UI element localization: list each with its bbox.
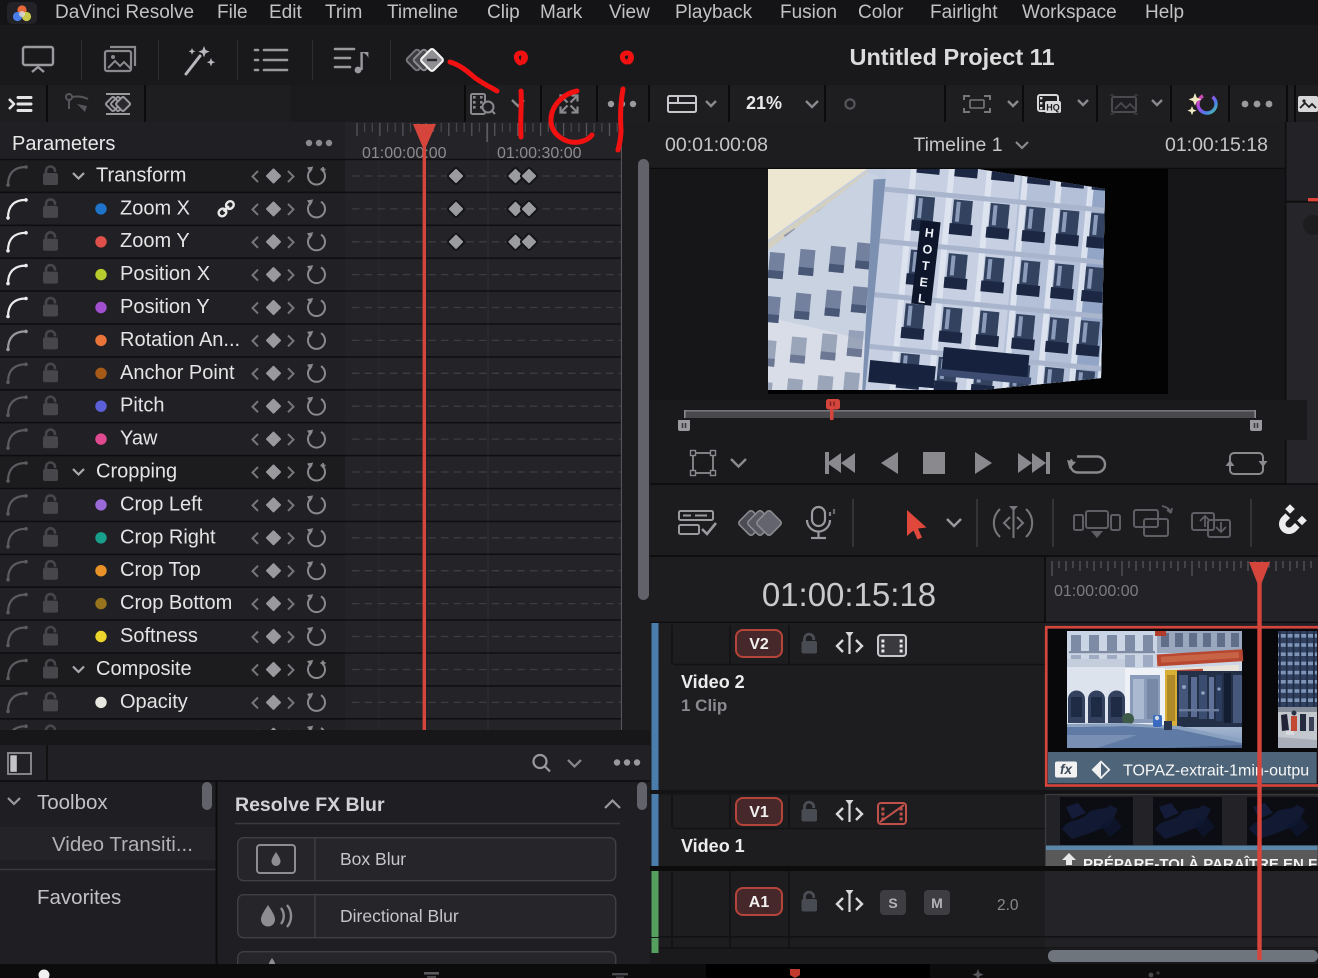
svg-text:Crop Left: Crop Left (120, 493, 203, 515)
svg-text:Crop Bottom: Crop Bottom (120, 592, 232, 614)
svg-text:Yaw: Yaw (120, 428, 158, 450)
svg-text:H: H (924, 226, 935, 241)
svg-text:Crop Top: Crop Top (120, 559, 201, 581)
svg-text:Rotation An...: Rotation An... (120, 329, 240, 351)
svg-text:Pitch: Pitch (120, 395, 164, 417)
svg-text:V2: V2 (749, 636, 769, 653)
svg-text:Position Y: Position Y (120, 296, 210, 318)
svg-text:Parameters: Parameters (12, 133, 115, 155)
svg-text:fx: fx (1060, 762, 1072, 777)
svg-text:Zoom X: Zoom X (120, 197, 190, 219)
svg-text:S: S (888, 895, 897, 911)
svg-text:Directional Blur: Directional Blur (340, 906, 459, 926)
svg-text:E: E (919, 275, 929, 290)
svg-text:Crop Right: Crop Right (120, 526, 216, 548)
svg-text:Toolbox: Toolbox (37, 791, 108, 814)
svg-text:M: M (931, 895, 943, 911)
svg-text:01:00:15:18: 01:00:15:18 (762, 576, 936, 613)
svg-text:Timeline 1: Timeline 1 (913, 134, 1002, 156)
svg-text:1 Clip: 1 Clip (681, 696, 727, 715)
svg-text:00:01:00:08: 00:01:00:08 (665, 134, 768, 156)
svg-text:01:00:15:18: 01:00:15:18 (1165, 134, 1268, 156)
svg-text:Video Transiti...: Video Transiti... (52, 833, 193, 856)
svg-text:O: O (922, 242, 934, 257)
svg-text:Favorites: Favorites (37, 886, 121, 909)
svg-text:Position X: Position X (120, 263, 210, 285)
svg-text:Opacity: Opacity (120, 691, 188, 713)
svg-text:Video 1: Video 1 (681, 836, 745, 856)
svg-text:2.0: 2.0 (997, 897, 1019, 914)
svg-text:Composite: Composite (96, 658, 192, 680)
svg-text:Zoom Y: Zoom Y (120, 230, 190, 252)
svg-text:Video 2: Video 2 (681, 672, 745, 692)
svg-text:A1: A1 (749, 894, 770, 911)
svg-text:V1: V1 (749, 804, 769, 821)
svg-text:Anchor Point: Anchor Point (120, 362, 235, 384)
svg-text:TOPAZ-extrait-1min-outpu: TOPAZ-extrait-1min-outpu (1123, 763, 1309, 780)
svg-text:HQ: HQ (1046, 103, 1060, 113)
svg-text:Resolve FX Blur: Resolve FX Blur (235, 794, 385, 816)
svg-text:01:00:00:00: 01:00:00:00 (1054, 583, 1139, 600)
svg-text:Softness: Softness (120, 625, 198, 647)
svg-text:Cropping: Cropping (96, 461, 177, 483)
svg-text:Transform: Transform (96, 165, 186, 187)
svg-text:Box Blur: Box Blur (340, 849, 406, 869)
